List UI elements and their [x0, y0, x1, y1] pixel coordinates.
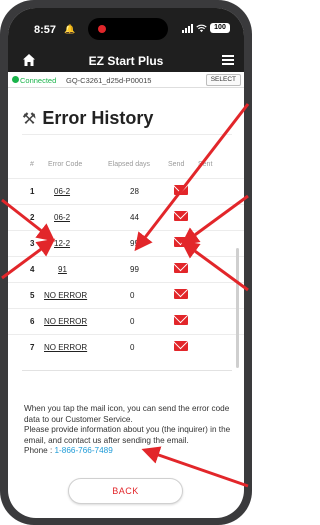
column-header-send: Send	[168, 161, 185, 168]
phone-line: Phone : 1-866-766-7489	[24, 446, 236, 457]
table-row: 2 06-2 44	[8, 204, 244, 230]
error-code-link[interactable]: 91	[58, 265, 67, 274]
status-icons: 100	[182, 23, 230, 33]
error-code-link[interactable]: 12-2	[54, 239, 70, 248]
row-number: 1	[30, 187, 35, 196]
error-code-link[interactable]: NO ERROR	[44, 343, 87, 352]
table-row: 3 12-2 99	[8, 230, 244, 256]
bell-icon: 🔔	[64, 24, 76, 34]
elapsed-days: 0	[130, 291, 135, 300]
info-text: When you tap the mail icon, you can send…	[24, 404, 236, 457]
elapsed-days: 99	[130, 265, 139, 274]
menu-icon[interactable]	[222, 55, 234, 65]
row-number: 4	[30, 265, 35, 274]
app-title: EZ Start Plus	[88, 54, 164, 68]
info-line-contact: Please provide information about you (th…	[24, 425, 231, 445]
elapsed-days: 0	[130, 317, 135, 326]
table-row: 6 NO ERROR 0	[8, 308, 244, 334]
mail-icon[interactable]	[174, 341, 188, 351]
table-row: 5 NO ERROR 0	[8, 282, 244, 308]
column-header-sent: Sent	[198, 161, 213, 168]
column-header-no: #	[30, 161, 34, 168]
mail-icon[interactable]	[174, 315, 188, 325]
table-row: 1 06-2 28	[8, 178, 244, 204]
mail-icon[interactable]	[174, 211, 188, 221]
title-divider	[22, 134, 232, 135]
error-code-link[interactable]: NO ERROR	[44, 291, 87, 300]
phone-label: Phone :	[24, 446, 55, 456]
select-device-button[interactable]: SELECT	[205, 74, 241, 86]
section-divider	[22, 370, 232, 371]
signal-icon	[182, 23, 193, 33]
elapsed-days: 44	[130, 213, 139, 222]
battery-icon: 100	[210, 23, 230, 33]
error-code-link[interactable]: NO ERROR	[44, 317, 87, 326]
table-row: 4 91 99	[8, 256, 244, 282]
mail-icon[interactable]	[174, 185, 188, 195]
status-bar: 8:57 🔔 100	[8, 8, 244, 50]
connection-status: Connected	[20, 76, 57, 85]
phone-frame: 8:57 🔔 100 EZ Start Plus Connected GQ-C3…	[0, 0, 252, 525]
mail-icon[interactable]	[174, 237, 188, 247]
error-code-link[interactable]: 06-2	[54, 187, 70, 196]
elapsed-days: 28	[130, 187, 139, 196]
row-number: 6	[30, 317, 35, 326]
column-header-error-code: Error Code	[48, 161, 83, 168]
connection-bar: Connected GQ-C3261_d25d-P00015 SELECT	[8, 72, 244, 88]
row-number: 3	[30, 239, 35, 248]
column-header-elapsed-days: Elapsed days	[108, 161, 151, 168]
recording-indicator	[98, 25, 106, 33]
back-button[interactable]: BACK	[68, 478, 183, 504]
elapsed-days: 99	[130, 239, 139, 248]
error-code-link[interactable]: 06-2	[54, 213, 70, 222]
info-line-mail: When you tap the mail icon, you can send…	[24, 404, 230, 424]
mail-icon[interactable]	[174, 289, 188, 299]
page-title: Error History	[42, 108, 154, 128]
phone-link[interactable]: 1-866-766-7489	[55, 446, 113, 455]
mail-icon[interactable]	[174, 263, 188, 273]
app-screen: 8:57 🔔 100 EZ Start Plus Connected GQ-C3…	[8, 8, 244, 518]
row-number: 2	[30, 213, 35, 222]
row-number: 7	[30, 343, 35, 352]
wifi-icon	[196, 24, 207, 32]
page-title-group: ⚒ Error History	[22, 108, 153, 129]
row-number: 5	[30, 291, 35, 300]
table-row: 7 NO ERROR 0	[8, 334, 244, 360]
tools-icon: ⚒	[22, 110, 37, 128]
dynamic-island	[88, 18, 168, 40]
scrollbar[interactable]	[236, 248, 239, 368]
app-header: EZ Start Plus	[8, 50, 244, 72]
status-time: 8:57	[34, 24, 57, 36]
elapsed-days: 0	[130, 343, 135, 352]
device-id: GQ-C3261_d25d-P00015	[66, 76, 152, 85]
connected-indicator	[12, 76, 19, 83]
